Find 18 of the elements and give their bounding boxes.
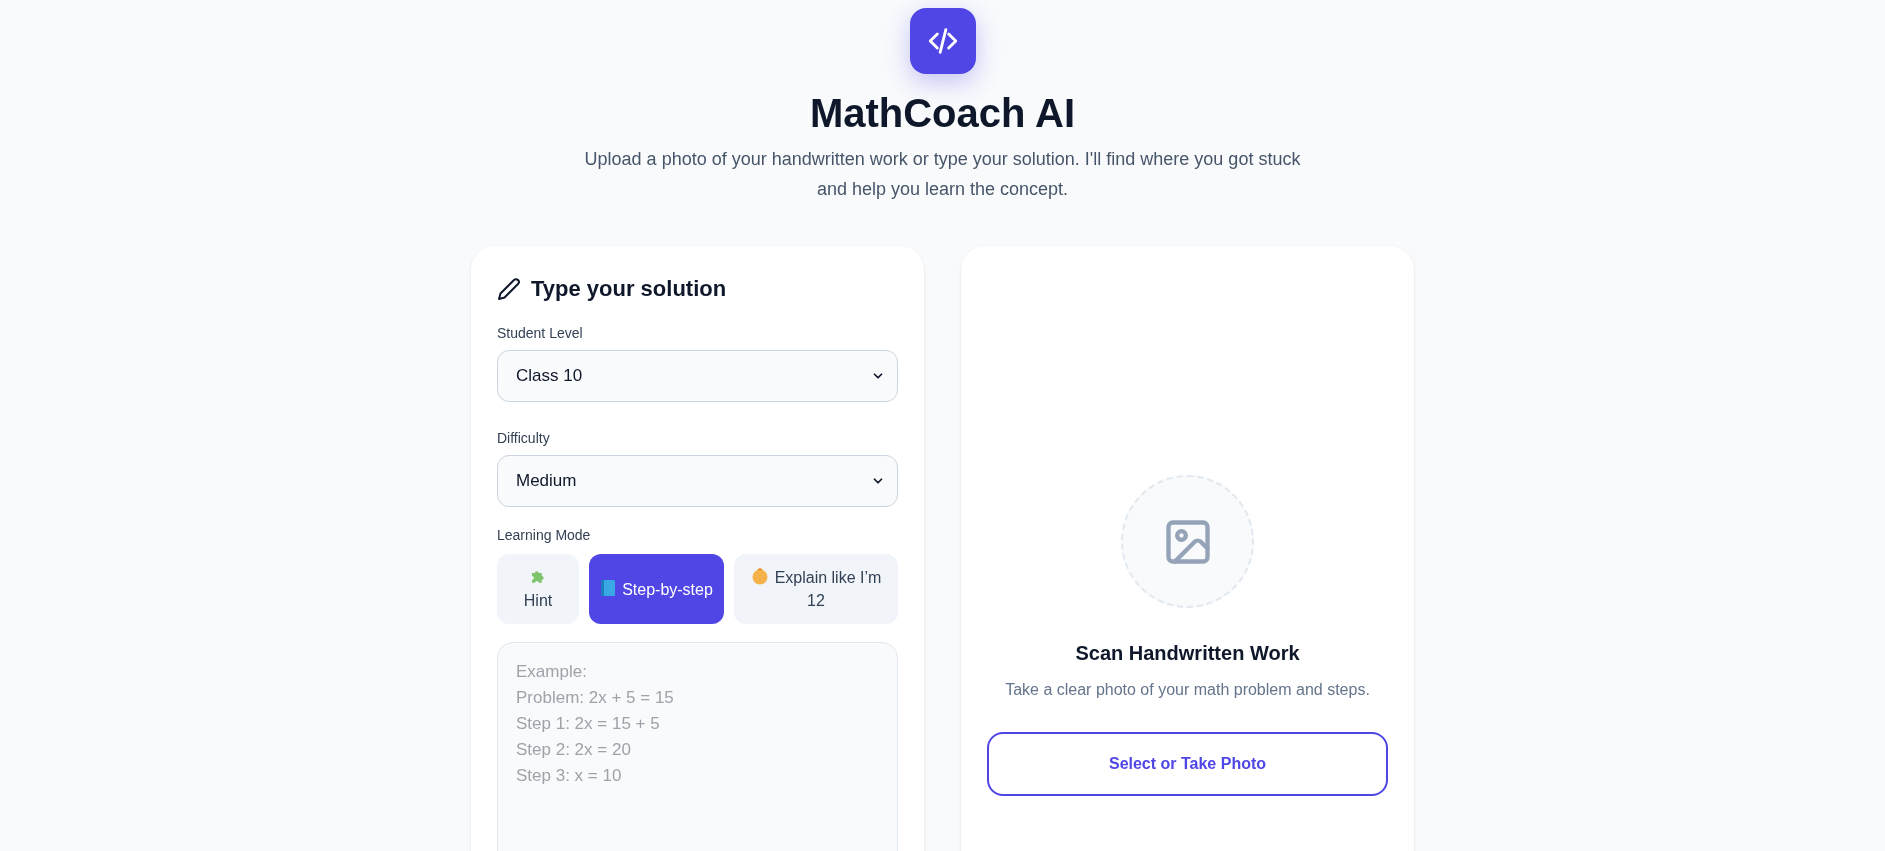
book-icon bbox=[600, 578, 617, 597]
mode-button[interactable]: Hint bbox=[497, 554, 579, 624]
mode-button[interactable]: Explain like I’m 12 bbox=[734, 554, 898, 624]
photo-button[interactable]: Select or Take Photo bbox=[987, 732, 1388, 796]
app-subtitle: Upload a photo of your handwritten work or type your solution. I'll find where you got stuck and help you learn the concept. bbox=[583, 148, 1302, 201]
pencil-icon bbox=[497, 276, 521, 301]
scan-description: Take a clear photo of your math problem and steps. bbox=[1005, 680, 1370, 700]
app-title: MathCoach AI bbox=[809, 90, 1076, 137]
field-label: Learning Mode bbox=[497, 526, 592, 545]
baby-head-icon bbox=[750, 567, 769, 585]
dropdown-select[interactable]: Class 10 bbox=[497, 350, 898, 402]
field-label: Student Level bbox=[497, 324, 584, 343]
card-title: Type your solution bbox=[531, 275, 727, 303]
field-label: Difficulty bbox=[497, 429, 551, 448]
mode-button[interactable]: Step-by-step bbox=[589, 554, 724, 624]
dropdown-select[interactable]: Medium bbox=[497, 455, 898, 507]
solution-input[interactable]: Example: Problem: 2x + 5 = 15 Step 1: 2x = 15 + 5 Step 2: 2x = 20 Step 3: x = 10 bbox=[497, 642, 898, 851]
scan-title: Scan Handwritten Work bbox=[1075, 641, 1300, 666]
